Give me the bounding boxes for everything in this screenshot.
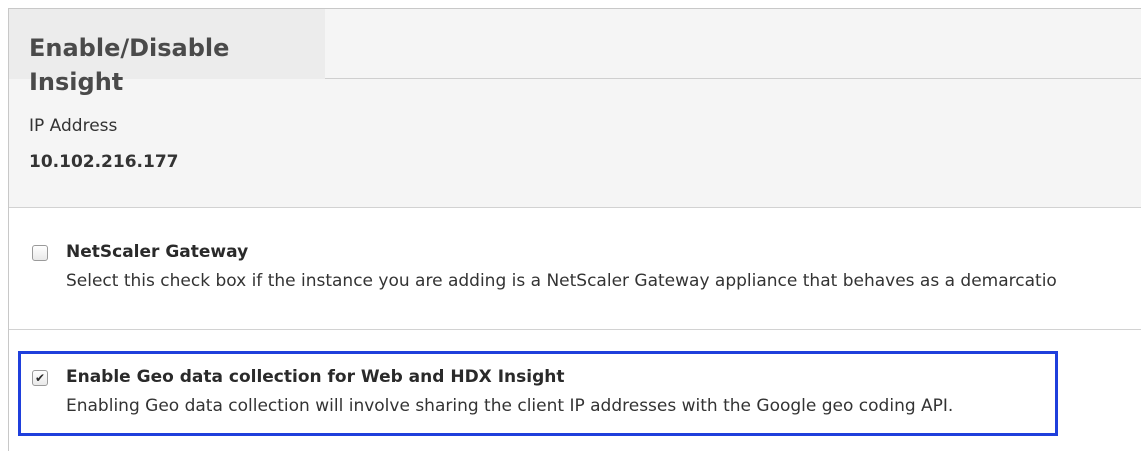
netscaler-gateway-description: Select this check box if the instance yo… <box>66 271 1057 291</box>
dialog-frame: Enable/Disable Insight IP Address 10.102… <box>8 8 1141 451</box>
page-title: Enable/Disable Insight <box>29 34 230 96</box>
ip-address-label: IP Address <box>29 116 118 136</box>
netscaler-gateway-label[interactable]: NetScaler Gateway <box>66 242 248 262</box>
highlight-box <box>18 351 1058 436</box>
section-divider <box>9 329 1141 330</box>
instance-info-panel: Enable/Disable Insight IP Address 10.102… <box>9 9 1141 208</box>
header-divider <box>325 78 1141 79</box>
netscaler-gateway-checkbox[interactable] <box>32 245 48 261</box>
ip-address-value: 10.102.216.177 <box>29 152 179 172</box>
